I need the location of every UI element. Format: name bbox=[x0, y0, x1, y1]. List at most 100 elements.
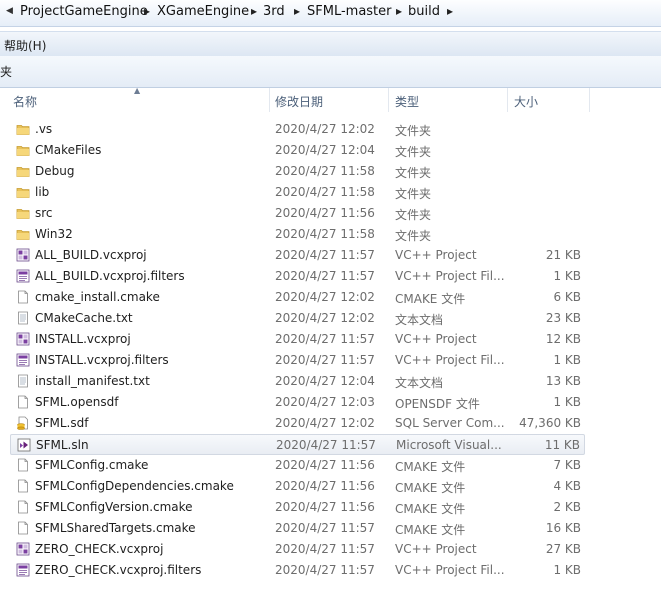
file-row-install-vcxproj-filters[interactable]: INSTALL.vcxproj.filters 2020/4/27 11:57 VC… bbox=[10, 350, 585, 371]
file-icon bbox=[16, 458, 30, 472]
file-row-sfml-opensdf[interactable]: SFML.opensdf 2020/4/27 12:03 OPENSDF 文件 1 K… bbox=[10, 392, 585, 413]
file-type: CMAKE 文件 bbox=[395, 292, 466, 306]
column-header-size[interactable]: 大小 bbox=[514, 93, 538, 110]
column-header-type[interactable]: 类型 bbox=[395, 93, 419, 110]
file-size: 47,360 KB bbox=[519, 416, 581, 430]
file-row-sfmlsharedtargets-cmake[interactable]: SFMLSharedTargets.cmake 2020/4/27 11:57 CM… bbox=[10, 518, 585, 539]
address-bar[interactable]: ◀ ProjectGameEngine ▸ XGameEngine ▸ 3rd … bbox=[0, 0, 661, 27]
file-row-install-manifest-txt[interactable]: install_manifest.txt 2020/4/27 12:04 文本文档 1… bbox=[10, 371, 585, 392]
file-date-modified: 2020/4/27 12:04 bbox=[275, 143, 375, 157]
file-type: 文件夹 bbox=[395, 187, 432, 201]
file-row-sfmlconfig-cmake[interactable]: SFMLConfig.cmake 2020/4/27 11:56 CMAKE 文件 7… bbox=[10, 455, 585, 476]
file-name: SFML.sdf bbox=[35, 416, 89, 430]
file-row-all-build-vcxproj[interactable]: ALL_BUILD.vcxproj 2020/4/27 11:57 VC++ Pro… bbox=[10, 245, 585, 266]
file-row-install-vcxproj[interactable]: INSTALL.vcxproj 2020/4/27 11:57 VC++ Proje… bbox=[10, 329, 585, 350]
file-name: SFMLConfigVersion.cmake bbox=[35, 500, 193, 514]
file-date-modified: 2020/4/27 12:02 bbox=[275, 122, 375, 136]
breadcrumb-separator-icon[interactable]: ▸ bbox=[447, 4, 453, 18]
file-row-vs[interactable]: .vs 2020/4/27 12:02 文件夹 bbox=[10, 119, 585, 140]
file-row-sfml-sdf[interactable]: SFML.sdf 2020/4/27 12:02 SQL Server Com...… bbox=[10, 413, 585, 434]
menu-bar: 帮助(H) bbox=[0, 31, 661, 57]
file-date-modified: 2020/4/27 11:57 bbox=[275, 563, 375, 577]
file-date-modified: 2020/4/27 12:02 bbox=[275, 416, 375, 430]
file-row-zero-check-vcxproj[interactable]: ZERO_CHECK.vcxproj 2020/4/27 11:57 VC++ Pr… bbox=[10, 539, 585, 560]
column-divider[interactable] bbox=[507, 88, 508, 112]
file-row-sfml-sln[interactable]: SFML.sln 2020/4/27 11:57 Microsoft Visual.… bbox=[10, 434, 585, 455]
file-date-modified: 2020/4/27 11:57 bbox=[275, 248, 375, 262]
column-header-row: ▲ 名称 修改日期 类型 大小 bbox=[0, 86, 661, 112]
file-type: CMAKE 文件 bbox=[395, 481, 466, 495]
file-type: Microsoft Visual... bbox=[396, 438, 502, 452]
file-name: src bbox=[35, 206, 53, 220]
file-size: 27 KB bbox=[545, 542, 581, 556]
file-name: install_manifest.txt bbox=[35, 374, 150, 388]
file-row-debug[interactable]: Debug 2020/4/27 11:58 文件夹 bbox=[10, 161, 585, 182]
file-row-zero-check-vcxproj-filters[interactable]: ZERO_CHECK.vcxproj.filters 2020/4/27 11:5… bbox=[10, 560, 585, 581]
file-row-all-build-vcxproj-filters[interactable]: ALL_BUILD.vcxproj.filters 2020/4/27 11:57… bbox=[10, 266, 585, 287]
file-date-modified: 2020/4/27 12:04 bbox=[275, 374, 375, 388]
file-size: 2 KB bbox=[553, 500, 581, 514]
file-name: CMakeCache.txt bbox=[35, 311, 133, 325]
file-size: 16 KB bbox=[545, 521, 581, 535]
command-new-folder[interactable]: 夹 bbox=[0, 63, 12, 80]
file-row-win32[interactable]: Win32 2020/4/27 11:58 文件夹 bbox=[10, 224, 585, 245]
folder-icon bbox=[16, 227, 30, 241]
file-name: SFMLSharedTargets.cmake bbox=[35, 521, 196, 535]
file-name: cmake_install.cmake bbox=[35, 290, 160, 304]
sln-icon bbox=[17, 438, 31, 452]
file-icon bbox=[16, 290, 30, 304]
column-header-date[interactable]: 修改日期 bbox=[275, 93, 323, 110]
file-name: SFMLConfig.cmake bbox=[35, 458, 149, 472]
file-date-modified: 2020/4/27 11:57 bbox=[275, 521, 375, 535]
file-row-cmake-install-cmake[interactable]: cmake_install.cmake 2020/4/27 12:02 CMAKE … bbox=[10, 287, 585, 308]
breadcrumb-item[interactable]: build bbox=[408, 4, 440, 19]
column-divider[interactable] bbox=[388, 88, 389, 112]
file-name: Win32 bbox=[35, 227, 73, 241]
file-name: INSTALL.vcxproj bbox=[35, 332, 131, 346]
file-name: CMakeFiles bbox=[35, 143, 102, 157]
file-name: INSTALL.vcxproj.filters bbox=[35, 353, 169, 367]
breadcrumb-item[interactable]: ProjectGameEngine bbox=[20, 4, 148, 19]
column-header-name[interactable]: 名称 bbox=[13, 93, 37, 110]
file-row-sfmlconfigversion-cmake[interactable]: SFMLConfigVersion.cmake 2020/4/27 11:56 CM… bbox=[10, 497, 585, 518]
breadcrumb-separator-icon[interactable]: ▸ bbox=[144, 4, 150, 18]
column-divider[interactable] bbox=[589, 88, 590, 112]
command-bar: 夹 bbox=[0, 56, 661, 88]
file-date-modified: 2020/4/27 12:03 bbox=[275, 395, 375, 409]
file-name: SFML.opensdf bbox=[35, 395, 119, 409]
file-type: CMAKE 文件 bbox=[395, 460, 466, 474]
file-type: 文件夹 bbox=[395, 124, 432, 138]
file-icon bbox=[16, 521, 30, 535]
breadcrumb-item[interactable]: SFML-master bbox=[307, 4, 392, 19]
breadcrumb-separator-icon[interactable]: ▸ bbox=[251, 4, 257, 18]
file-name: ZERO_CHECK.vcxproj.filters bbox=[35, 563, 202, 577]
file-name: .vs bbox=[35, 122, 53, 136]
file-row-lib[interactable]: lib 2020/4/27 11:58 文件夹 bbox=[10, 182, 585, 203]
file-date-modified: 2020/4/27 11:57 bbox=[275, 269, 375, 283]
file-row-cmakecache-txt[interactable]: CMakeCache.txt 2020/4/27 12:02 文本文档 23 KB bbox=[10, 308, 585, 329]
vcxproj-filters-icon bbox=[16, 563, 30, 577]
vcxproj-icon bbox=[16, 248, 30, 262]
text-file-icon bbox=[16, 374, 30, 388]
file-type: VC++ Project Fil... bbox=[395, 269, 505, 283]
file-date-modified: 2020/4/27 11:58 bbox=[275, 164, 375, 178]
file-type: CMAKE 文件 bbox=[395, 523, 466, 537]
file-row-src[interactable]: src 2020/4/27 11:56 文件夹 bbox=[10, 203, 585, 224]
file-icon bbox=[16, 500, 30, 514]
breadcrumb-item[interactable]: XGameEngine bbox=[157, 4, 249, 19]
file-size: 11 KB bbox=[544, 438, 580, 452]
breadcrumb-chevron-icon[interactable]: ◀ bbox=[6, 6, 13, 16]
column-divider[interactable] bbox=[269, 88, 270, 112]
breadcrumb-separator-icon[interactable]: ▸ bbox=[294, 4, 300, 18]
menu-help[interactable]: 帮助(H) bbox=[4, 37, 46, 54]
file-name: ALL_BUILD.vcxproj.filters bbox=[35, 269, 185, 283]
file-date-modified: 2020/4/27 11:57 bbox=[275, 542, 375, 556]
file-name: lib bbox=[35, 185, 50, 199]
file-row-cmakefiles[interactable]: CMakeFiles 2020/4/27 12:04 文件夹 bbox=[10, 140, 585, 161]
breadcrumb-item[interactable]: 3rd bbox=[263, 4, 285, 19]
file-row-sfmlconfigdependencies-cmake[interactable]: SFMLConfigDependencies.cmake 2020/4/27 11… bbox=[10, 476, 585, 497]
file-size: 7 KB bbox=[553, 458, 581, 472]
file-date-modified: 2020/4/27 11:56 bbox=[275, 458, 375, 472]
breadcrumb-separator-icon[interactable]: ▸ bbox=[396, 4, 402, 18]
folder-icon bbox=[16, 122, 30, 136]
